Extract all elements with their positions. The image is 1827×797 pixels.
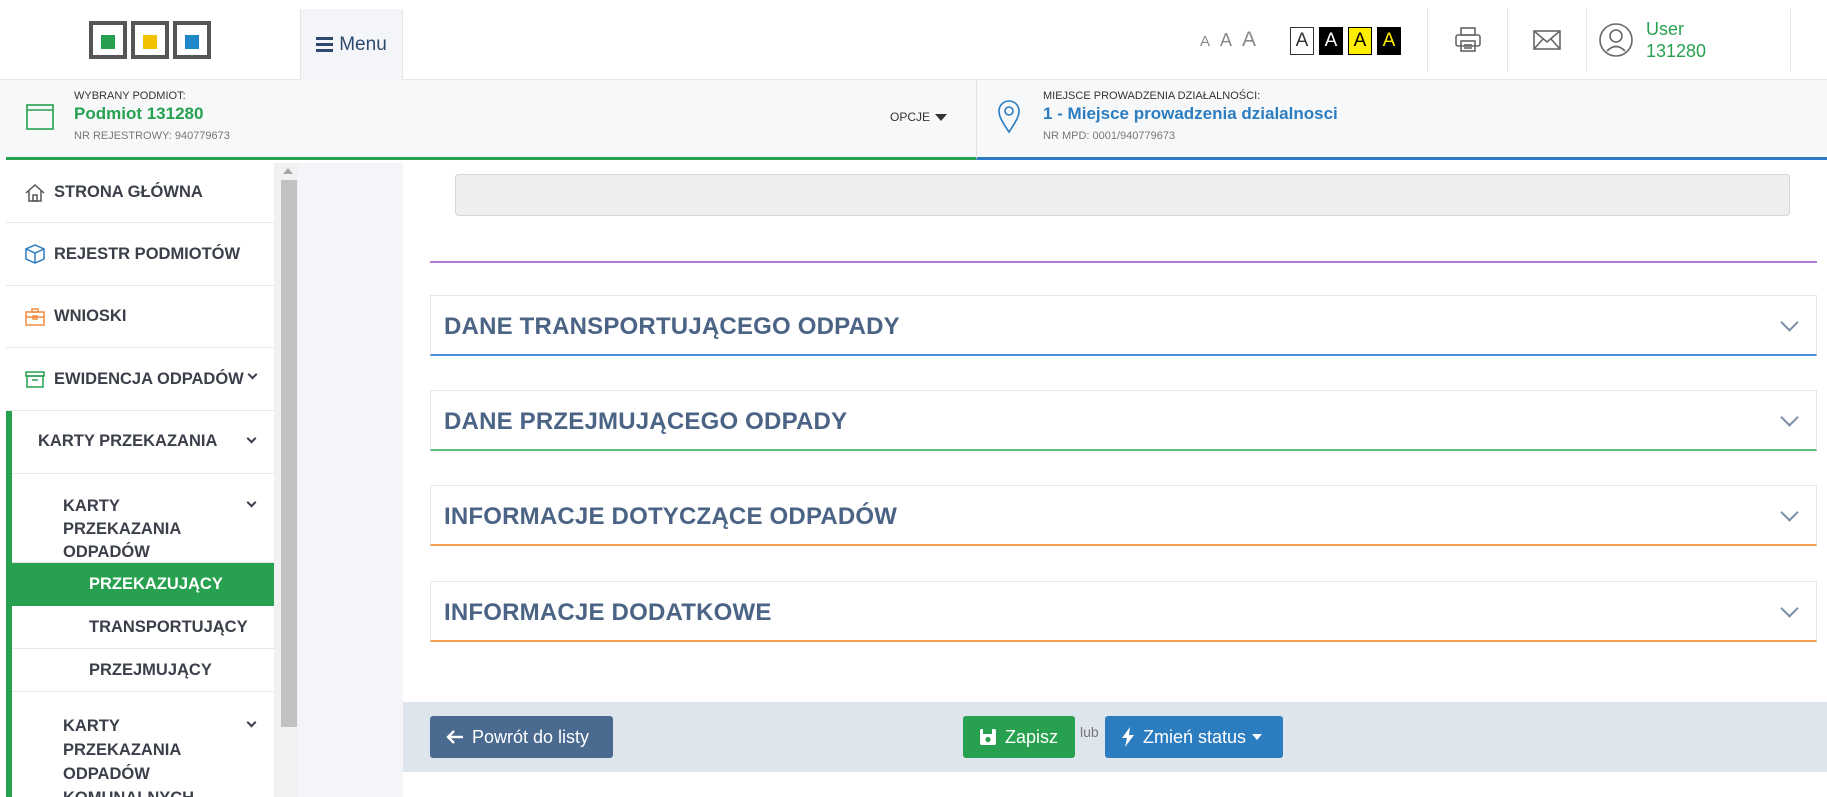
menu-button[interactable]: Menu: [300, 9, 403, 80]
briefcase-icon: [24, 306, 46, 328]
panel-title: DANE PRZEJMUJĄCEGO ODPADY: [444, 408, 848, 435]
save-button[interactable]: Zapisz: [963, 716, 1075, 758]
sidebar-item-label: KARTY PRZEKAZANIA: [38, 432, 218, 450]
sidebar-item-entity-register[interactable]: REJESTR PODMIOTÓW: [6, 223, 278, 286]
sidebar-scrollbar-thumb[interactable]: [281, 180, 297, 727]
panel-title: DANE TRANSPORTUJĄCEGO ODPADY: [444, 313, 900, 340]
menu-label: Menu: [339, 33, 387, 55]
change-status-label: Zmień status: [1143, 726, 1247, 747]
chevron-down-icon: [1780, 599, 1799, 618]
caret-down-icon: [1252, 734, 1263, 740]
sidebar-item-waste-transfer-cards[interactable]: KARTY PRZEKAZANIA ODPADÓW: [12, 474, 278, 563]
contrast-yellow-black[interactable]: A: [1348, 27, 1372, 55]
floppy-disk-icon: [980, 729, 996, 745]
user-id: 131280: [1646, 41, 1707, 61]
chevron-down-icon: [246, 433, 257, 444]
sidebar-item-label: PRZEJMUJĄCY: [89, 661, 212, 679]
scroll-up-icon[interactable]: [283, 168, 293, 174]
sidebar-item-label: EWIDENCJA ODPADÓW: [54, 369, 244, 388]
options-label: OPCJE: [890, 110, 931, 124]
sidebar-item-transporter[interactable]: TRANSPORTUJĄCY: [12, 606, 278, 649]
contrast-black-white[interactable]: A: [1319, 27, 1343, 55]
options-dropdown[interactable]: OPCJE: [890, 110, 948, 124]
font-size-medium[interactable]: A: [1220, 30, 1232, 51]
map-pin-icon: [998, 100, 1020, 134]
form-card: [430, 163, 1817, 263]
back-to-list-button[interactable]: Powrót do listy: [430, 716, 613, 758]
action-bar: Powrót do listy Zapisz lub Zmień status: [403, 702, 1827, 772]
change-status-button[interactable]: Zmień status: [1105, 716, 1283, 758]
sidebar-item-transferor[interactable]: PRZEKAZUJĄCY: [12, 563, 278, 606]
registry-number: NR REJESTROWY: 940779673: [74, 130, 230, 142]
business-location-label: MIEJSCE PROWADZENIA DZIAŁALNOŚCI:: [1043, 90, 1261, 102]
user-avatar-icon: [1599, 23, 1633, 57]
cube-icon: [24, 243, 46, 265]
sidebar-item-label: STRONA GŁÓWNA: [54, 183, 203, 201]
panel-receiver-data[interactable]: DANE PRZEJMUJĄCEGO ODPADY: [430, 390, 1817, 451]
font-size-controls: A A A: [1200, 28, 1256, 52]
print-button[interactable]: [1448, 20, 1488, 60]
messages-button[interactable]: [1527, 20, 1567, 60]
home-icon: [24, 182, 46, 204]
sidebar-item-municipal-waste-cards[interactable]: KARTY PRZEKAZANIA ODPADÓW KOMUNALNYCH: [12, 692, 278, 797]
selected-entity-label: WYBRANY PODMIOT:: [74, 90, 186, 102]
business-location-panel: MIEJSCE PROWADZENIA DZIAŁALNOŚCI: 1 - Mi…: [976, 80, 1827, 160]
panel-transporter-data[interactable]: DANE TRANSPORTUJĄCEGO ODPADY: [430, 295, 1817, 356]
chevron-down-icon: [246, 497, 257, 508]
window-icon: [26, 104, 54, 130]
logo-mark: [89, 21, 211, 59]
user-menu[interactable]: User 131280: [1598, 18, 1706, 62]
contrast-default[interactable]: A: [1290, 27, 1314, 55]
sidebar-item-label: PRZEKAZUJĄCY: [89, 575, 223, 593]
envelope-icon: [1533, 30, 1561, 50]
panel-additional-information[interactable]: INFORMACJE DODATKOWE: [430, 581, 1817, 642]
archive-icon: [24, 368, 46, 390]
logo[interactable]: [0, 0, 300, 80]
selected-entity-panel: WYBRANY PODMIOT: Podmiot 131280 NR REJES…: [6, 80, 976, 160]
sidebar-item-waste-records[interactable]: EWIDENCJA ODPADÓW: [6, 348, 278, 411]
sidebar-item-label: REJESTR PODMIOTÓW: [54, 244, 241, 263]
content-gutter: [298, 163, 403, 797]
font-size-large[interactable]: A: [1242, 28, 1256, 52]
business-location-value[interactable]: 1 - Miejsce prowadzenia dzialalnosci: [1043, 104, 1338, 124]
printer-icon: [1455, 27, 1481, 52]
chevron-down-icon: [1780, 408, 1799, 427]
save-label: Zapisz: [1005, 726, 1059, 747]
sidebar-item-label: KARTY PRZEKAZANIA ODPADÓW KOMUNALNYCH: [63, 717, 194, 797]
sidebar-item-label: WNIOSKI: [54, 307, 127, 325]
sidebar-item-label: KARTY PRZEKAZANIA ODPADÓW: [63, 497, 181, 561]
main-content: DANE TRANSPORTUJĄCEGO ODPADY DANE PRZEJM…: [403, 163, 1827, 797]
hamburger-icon: [316, 37, 334, 52]
sidebar: STRONA GŁÓWNA REJESTR PODMIOTÓW WNIOSKI …: [6, 163, 279, 797]
sidebar-item-receiver[interactable]: PRZEJMUJĄCY: [12, 649, 278, 692]
chevron-down-icon: [246, 717, 257, 728]
chevron-down-icon: [247, 369, 258, 380]
user-label: User: [1646, 19, 1685, 39]
selected-entity-value[interactable]: Podmiot 131280: [74, 104, 230, 124]
caret-down-icon: [935, 113, 948, 121]
readonly-field[interactable]: [455, 174, 1790, 216]
sidebar-item-transfer-cards[interactable]: KARTY PRZEKAZANIA: [12, 411, 278, 474]
sidebar-item-home[interactable]: STRONA GŁÓWNA: [6, 163, 278, 223]
panel-waste-information[interactable]: INFORMACJE DOTYCZĄCE ODPADÓW: [430, 485, 1817, 546]
panel-title: INFORMACJE DODATKOWE: [444, 599, 772, 626]
font-size-small[interactable]: A: [1200, 33, 1210, 50]
chevron-down-icon: [1780, 313, 1799, 332]
mpd-number: NR MPD: 0001/940779673: [1043, 130, 1176, 142]
back-to-list-label: Powrót do listy: [472, 726, 590, 747]
sidebar-item-applications[interactable]: WNIOSKI: [6, 286, 278, 348]
or-label: lub: [1080, 724, 1099, 740]
top-bar: Menu A A A A A A A User 131280: [0, 0, 1827, 80]
lightning-bolt-icon: [1122, 727, 1134, 747]
sidebar-item-label: TRANSPORTUJĄCY: [89, 618, 248, 636]
context-bar: WYBRANY PODMIOT: Podmiot 131280 NR REJES…: [0, 80, 1827, 160]
chevron-down-icon: [1780, 503, 1799, 522]
contrast-black-yellow[interactable]: A: [1377, 27, 1401, 55]
panel-title: INFORMACJE DOTYCZĄCE ODPADÓW: [444, 503, 898, 530]
arrow-left-icon: [446, 730, 463, 744]
contrast-controls: A A A A: [1290, 27, 1401, 55]
